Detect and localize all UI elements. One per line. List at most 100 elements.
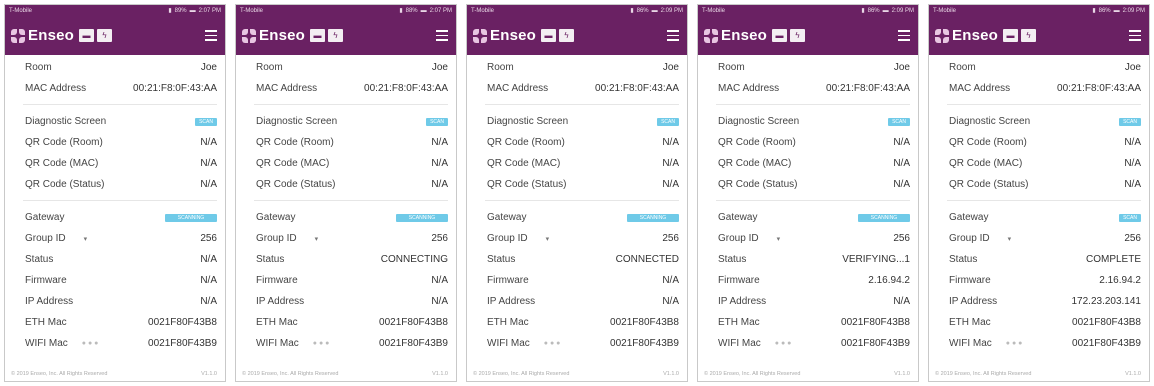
mac-row: MAC Address 00:21:F8:0F:43:AA	[487, 78, 679, 99]
dropdown-icon[interactable]: ▾	[315, 235, 319, 243]
qr-mac-value: N/A	[431, 158, 448, 169]
divider	[716, 200, 910, 201]
qr-status-label: QR Code (Status)	[256, 179, 336, 190]
logo-mark-icon	[242, 28, 256, 43]
gateway-label: Gateway	[718, 212, 758, 223]
clock: 2:09 PM	[891, 7, 914, 14]
tv-button[interactable]: ▬	[310, 29, 326, 42]
gateway-scan-button[interactable]: SCANNING	[165, 213, 217, 222]
eth-value: 0021F80F43B8	[610, 317, 679, 328]
tv-button[interactable]: ▬	[1003, 29, 1019, 42]
status-value: CONNECTING	[380, 254, 448, 265]
qr-status-label: QR Code (Status)	[487, 179, 567, 190]
gateway-row: Gateway SCANNING	[487, 207, 679, 228]
carrier-label: T-Mobile	[471, 7, 495, 14]
dropdown-icon[interactable]: ▾	[777, 235, 781, 243]
status-label: Status	[256, 254, 285, 265]
phone-screen: T-Mobile ▮ 89% ▬ 2:07 PM Enseo ▬ ϟ Room Joe …	[4, 4, 226, 382]
enseo-logo: Enseo	[11, 27, 74, 44]
status-bar: T-Mobile ▮ 86% ▬ 2:09 PM	[467, 5, 687, 16]
signal-icon: ▮	[399, 8, 403, 14]
gateway-scan-button[interactable]: SCANNING	[396, 213, 448, 222]
brand-name: Enseo	[28, 27, 75, 44]
gateway-scan-button[interactable]: SCANNING	[858, 213, 910, 222]
flash-button[interactable]: ϟ	[328, 29, 344, 42]
qr-room-value: N/A	[1124, 137, 1141, 148]
wifi-row: WIFI Mac ● ● ● 0021F80F43B9	[256, 333, 448, 354]
phone-screen: T-Mobile ▮ 86% ▬ 2:09 PM Enseo ▬ ϟ Room Joe …	[697, 4, 919, 382]
screenshot-strip: T-Mobile ▮ 89% ▬ 2:07 PM Enseo ▬ ϟ Room Joe …	[0, 0, 1154, 382]
dropdown-icon[interactable]: ▾	[84, 235, 88, 243]
flash-icon: ϟ	[102, 31, 107, 40]
tv-button[interactable]: ▬	[541, 29, 557, 42]
qr-room-value: N/A	[662, 137, 679, 148]
dropdown-icon[interactable]: ▾	[1008, 235, 1012, 243]
status-label: Status	[487, 254, 516, 265]
ip-label: IP Address	[718, 296, 767, 307]
flash-button[interactable]: ϟ	[790, 29, 806, 42]
qr-mac-row: QR Code (MAC) N/A	[256, 153, 448, 174]
group-value[interactable]: 256	[893, 233, 910, 244]
wifi-label: WIFI Mac	[487, 338, 530, 349]
firmware-label: Firmware	[256, 275, 298, 286]
qr-room-row: QR Code (Room) N/A	[718, 132, 910, 153]
diag-scan-button[interactable]: SCAN	[1119, 117, 1141, 126]
diag-scan-button[interactable]: SCAN	[888, 117, 910, 126]
enseo-logo: Enseo	[704, 27, 767, 44]
diag-scan-button[interactable]: SCAN	[195, 117, 217, 126]
group-row: Group ID ▾ 256	[256, 228, 448, 249]
tv-button[interactable]: ▬	[79, 29, 95, 42]
divider	[485, 200, 679, 201]
diag-scan-button[interactable]: SCAN	[426, 117, 448, 126]
dots-icon: ● ● ●	[312, 340, 330, 347]
room-label: Room	[256, 62, 283, 73]
gateway-scan-button[interactable]: SCANNING	[627, 213, 679, 222]
signal-icon: ▮	[861, 8, 865, 14]
qr-mac-row: QR Code (MAC) N/A	[718, 153, 910, 174]
flash-button[interactable]: ϟ	[559, 29, 575, 42]
firmware-value: 2.16.94.2	[868, 275, 910, 286]
tv-icon: ▬	[82, 31, 91, 40]
hamburger-menu-icon[interactable]	[436, 30, 448, 44]
eth-value: 0021F80F43B8	[841, 317, 910, 328]
group-value[interactable]: 256	[662, 233, 679, 244]
info-panel: Room Joe MAC Address 00:21:F8:0F:43:AA Dia…	[698, 55, 918, 354]
hamburger-menu-icon[interactable]	[667, 30, 679, 44]
group-value[interactable]: 256	[200, 233, 217, 244]
brand-name: Enseo	[952, 27, 999, 44]
gateway-scan-button[interactable]: SCAN	[1119, 213, 1141, 222]
hamburger-menu-icon[interactable]	[205, 30, 217, 44]
logo-mark-icon	[473, 28, 487, 43]
mac-row: MAC Address 00:21:F8:0F:43:AA	[949, 78, 1141, 99]
mac-label: MAC Address	[256, 83, 318, 94]
group-value[interactable]: 256	[1124, 233, 1141, 244]
flash-button[interactable]: ϟ	[97, 29, 113, 42]
qr-status-value: N/A	[200, 179, 217, 190]
eth-label: ETH Mac	[487, 317, 529, 328]
room-label: Room	[25, 62, 52, 73]
hamburger-menu-icon[interactable]	[1129, 30, 1141, 44]
qr-status-label: QR Code (Status)	[949, 179, 1029, 190]
tv-button[interactable]: ▬	[772, 29, 788, 42]
hamburger-menu-icon[interactable]	[898, 30, 910, 44]
flash-button[interactable]: ϟ	[1021, 29, 1037, 42]
room-row: Room Joe	[25, 57, 217, 78]
dots-icon: ● ● ●	[81, 340, 99, 347]
dots-icon: ● ● ●	[543, 340, 561, 347]
group-value[interactable]: 256	[431, 233, 448, 244]
dropdown-icon[interactable]: ▾	[546, 235, 550, 243]
version: V1.1.0	[894, 371, 910, 377]
battery-icon: ▬	[651, 7, 658, 14]
ip-label: IP Address	[949, 296, 998, 307]
diag-scan-button[interactable]: SCAN	[657, 117, 679, 126]
footer: © 2019 Enseo, Inc. All Rights Reserved V1…	[11, 371, 217, 377]
qr-status-row: QR Code (Status) N/A	[718, 174, 910, 195]
firmware-row: Firmware N/A	[25, 270, 217, 291]
firmware-value: N/A	[662, 275, 679, 286]
eth-value: 0021F80F43B8	[379, 317, 448, 328]
logo-mark-icon	[935, 28, 949, 43]
group-label: Group ID	[949, 233, 990, 244]
ip-value: N/A	[893, 296, 910, 307]
eth-row: ETH Mac 0021F80F43B8	[949, 312, 1141, 333]
ip-value: N/A	[431, 296, 448, 307]
